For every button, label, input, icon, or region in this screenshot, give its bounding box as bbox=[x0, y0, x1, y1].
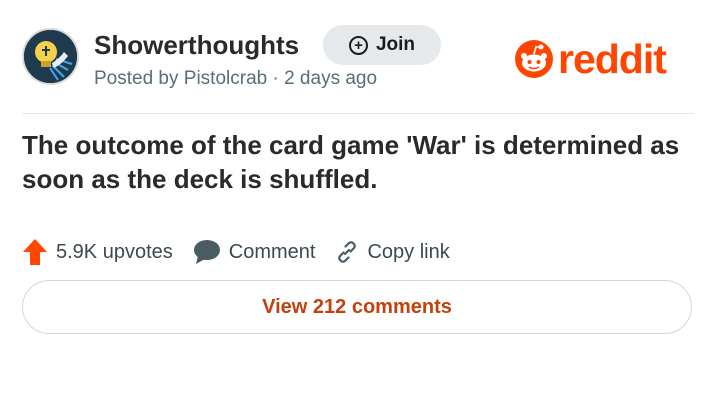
join-button[interactable]: + Join bbox=[323, 25, 441, 65]
upvote-count: 5.9K upvotes bbox=[56, 240, 173, 263]
link-icon bbox=[338, 241, 357, 263]
upvote-arrow-icon bbox=[23, 239, 47, 265]
subreddit-avatar[interactable] bbox=[22, 28, 79, 85]
copy-link-label: Copy link bbox=[367, 240, 450, 263]
lightbulb-shower-icon bbox=[24, 30, 77, 83]
speech-bubble-icon bbox=[193, 240, 220, 264]
reddit-wordmark: reddit bbox=[558, 35, 667, 82]
post-meta: Posted by Pistolcrab · 2 days ago bbox=[94, 68, 378, 89]
action-bar: 5.9K upvotes Comment Copy link bbox=[22, 236, 470, 268]
divider bbox=[22, 113, 694, 114]
view-comments-label: View 212 comments bbox=[262, 295, 452, 318]
plus-circle-icon: + bbox=[348, 35, 368, 55]
reddit-alien-icon bbox=[515, 40, 553, 78]
view-comments-button[interactable]: View 212 comments bbox=[22, 280, 692, 334]
copy-link-button[interactable]: Copy link bbox=[335, 240, 450, 264]
upvote-button[interactable]: 5.9K upvotes bbox=[22, 238, 173, 266]
subreddit-name[interactable]: Showerthoughts bbox=[94, 30, 299, 61]
post-title[interactable]: The outcome of the card game 'War' is de… bbox=[22, 128, 702, 196]
comment-label: Comment bbox=[228, 240, 316, 263]
comment-button[interactable]: Comment bbox=[193, 239, 316, 265]
reddit-logo[interactable]: reddit bbox=[514, 35, 667, 82]
join-label: Join bbox=[375, 34, 416, 55]
